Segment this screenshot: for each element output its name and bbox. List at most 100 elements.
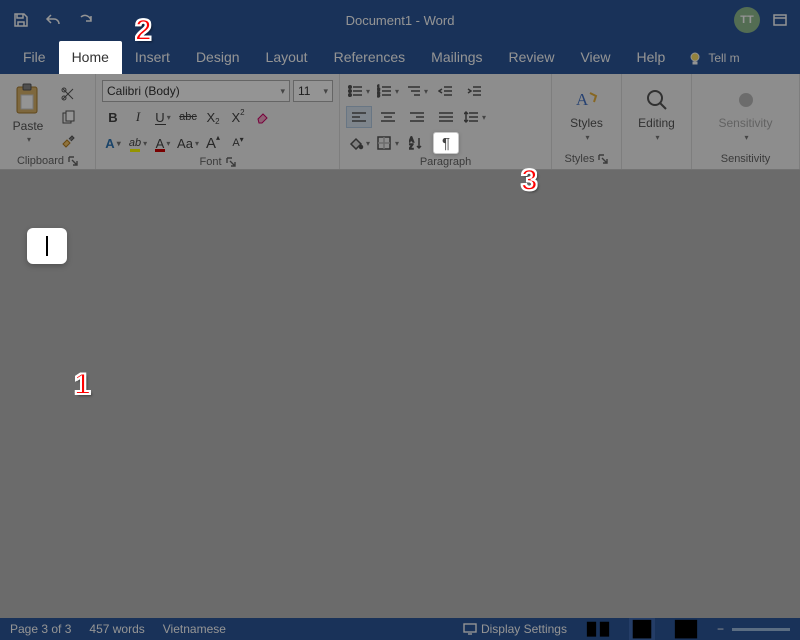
justify-button[interactable] bbox=[433, 106, 459, 128]
sort-button[interactable]: AZ bbox=[404, 132, 430, 154]
shading-button[interactable]: ▾ bbox=[346, 132, 372, 154]
paste-label: Paste bbox=[13, 119, 44, 133]
tab-help[interactable]: Help bbox=[624, 41, 679, 74]
numbering-button[interactable]: 123▾ bbox=[375, 80, 401, 102]
ribbon: Paste ▾ Clipboard Calibri (Body)▾ 11▾ B … bbox=[0, 74, 800, 170]
grow-font-button[interactable]: A▴ bbox=[202, 132, 224, 154]
tab-insert[interactable]: Insert bbox=[122, 41, 183, 74]
monitor-icon bbox=[463, 623, 477, 635]
paintbrush-icon bbox=[60, 134, 76, 150]
increase-indent-button[interactable] bbox=[462, 80, 488, 102]
svg-text:Z: Z bbox=[409, 144, 414, 150]
language-indicator[interactable]: Vietnamese bbox=[163, 622, 226, 636]
group-styles-label: Styles bbox=[565, 153, 595, 165]
group-sensitivity-label: Sensitivity bbox=[721, 153, 771, 165]
styles-dialog-launcher[interactable] bbox=[598, 154, 608, 164]
editing-button[interactable]: Editing▾ bbox=[628, 76, 685, 149]
scissors-icon bbox=[60, 86, 76, 102]
text-cursor-icon bbox=[46, 236, 48, 256]
underline-button[interactable]: U▾ bbox=[152, 106, 174, 128]
tell-me-label: Tell m bbox=[708, 51, 739, 65]
read-mode-button[interactable] bbox=[585, 618, 611, 640]
undo-icon[interactable] bbox=[40, 7, 66, 33]
callout-1: 1 bbox=[74, 370, 91, 400]
tab-mailings[interactable]: Mailings bbox=[418, 41, 495, 74]
svg-text:A: A bbox=[576, 90, 589, 109]
callout-3: 3 bbox=[521, 166, 538, 196]
svg-text:3: 3 bbox=[377, 93, 380, 98]
superscript-button[interactable]: X2 bbox=[227, 106, 249, 128]
group-sensitivity: Sensitivity▾ Sensitivity bbox=[692, 74, 800, 169]
clipboard-dialog-launcher[interactable] bbox=[68, 156, 78, 166]
tell-me-search[interactable]: Tell m bbox=[684, 43, 743, 74]
clear-formatting-button[interactable] bbox=[252, 106, 274, 128]
font-dialog-launcher[interactable] bbox=[226, 157, 236, 167]
shrink-font-button[interactable]: A▾ bbox=[227, 132, 249, 154]
search-icon bbox=[644, 87, 670, 113]
font-color-button[interactable]: A▾ bbox=[152, 132, 174, 154]
web-layout-button[interactable] bbox=[673, 618, 699, 640]
tab-review[interactable]: Review bbox=[496, 41, 568, 74]
copy-icon bbox=[60, 110, 76, 126]
bullets-button[interactable]: ▾ bbox=[346, 80, 372, 102]
text-cursor-highlight bbox=[27, 228, 67, 264]
sensitivity-icon bbox=[733, 87, 759, 113]
decrease-indent-button[interactable] bbox=[433, 80, 459, 102]
callout-2: 2 bbox=[135, 16, 152, 46]
page-indicator[interactable]: Page 3 of 3 bbox=[10, 622, 71, 636]
display-settings-button[interactable]: Display Settings bbox=[463, 622, 567, 636]
change-case-button[interactable]: Aa▾ bbox=[177, 132, 199, 154]
ribbon-display-options-icon[interactable] bbox=[768, 8, 792, 32]
print-layout-button[interactable] bbox=[629, 618, 655, 640]
copy-button[interactable] bbox=[56, 108, 80, 128]
styles-icon: A bbox=[574, 87, 600, 113]
group-font-label: Font bbox=[199, 156, 221, 168]
window-title: Document1 - Word bbox=[346, 13, 455, 28]
font-name-combo[interactable]: Calibri (Body)▾ bbox=[102, 80, 290, 102]
subscript-button[interactable]: X2 bbox=[202, 106, 224, 128]
quick-access-toolbar bbox=[8, 7, 98, 33]
format-painter-button[interactable] bbox=[56, 132, 80, 152]
tab-file[interactable]: File bbox=[10, 41, 59, 74]
zoom-out-button[interactable]: − bbox=[717, 622, 724, 636]
group-styles: A Styles▾ Styles bbox=[552, 74, 622, 169]
tab-design[interactable]: Design bbox=[183, 41, 253, 74]
save-icon[interactable] bbox=[8, 7, 34, 33]
styles-button[interactable]: A Styles▾ bbox=[558, 76, 615, 149]
highlight-button[interactable]: ab▾ bbox=[127, 132, 149, 154]
document-canvas[interactable] bbox=[0, 170, 800, 618]
show-hide-paragraph-marks-button[interactable]: ¶ bbox=[433, 132, 459, 154]
eraser-icon bbox=[255, 109, 271, 125]
paste-button[interactable]: Paste ▾ bbox=[6, 80, 50, 144]
tab-layout[interactable]: Layout bbox=[253, 41, 321, 74]
tab-home[interactable]: Home bbox=[59, 41, 122, 74]
italic-button[interactable]: I bbox=[127, 106, 149, 128]
tab-view[interactable]: View bbox=[567, 41, 623, 74]
lightbulb-icon bbox=[688, 51, 702, 65]
align-right-button[interactable] bbox=[404, 106, 430, 128]
font-size-combo[interactable]: 11▾ bbox=[293, 80, 333, 102]
word-count[interactable]: 457 words bbox=[89, 622, 144, 636]
group-clipboard: Paste ▾ Clipboard bbox=[0, 74, 96, 169]
zoom-controls[interactable]: − bbox=[717, 622, 790, 636]
zoom-slider[interactable] bbox=[732, 628, 790, 631]
paint-bucket-icon bbox=[348, 136, 364, 150]
bold-button[interactable]: B bbox=[102, 106, 124, 128]
title-bar: Document1 - Word TT bbox=[0, 0, 800, 40]
redo-icon[interactable] bbox=[72, 7, 98, 33]
group-clipboard-label: Clipboard bbox=[17, 155, 64, 167]
status-bar: Page 3 of 3 457 words Vietnamese Display… bbox=[0, 618, 800, 640]
ribbon-tabs: File Home Insert Design Layout Reference… bbox=[0, 40, 800, 74]
group-paragraph-label: Paragraph bbox=[420, 156, 471, 168]
align-center-button[interactable] bbox=[375, 106, 401, 128]
sensitivity-button[interactable]: Sensitivity▾ bbox=[698, 76, 793, 149]
multilevel-list-button[interactable]: ▾ bbox=[404, 80, 430, 102]
user-avatar[interactable]: TT bbox=[734, 7, 760, 33]
line-spacing-button[interactable]: ▾ bbox=[462, 106, 488, 128]
strikethrough-button[interactable]: abc bbox=[177, 106, 199, 128]
text-effects-button[interactable]: A▾ bbox=[102, 132, 124, 154]
tab-references[interactable]: References bbox=[321, 41, 419, 74]
borders-button[interactable]: ▾ bbox=[375, 132, 401, 154]
cut-button[interactable] bbox=[56, 84, 80, 104]
align-left-button[interactable] bbox=[346, 106, 372, 128]
